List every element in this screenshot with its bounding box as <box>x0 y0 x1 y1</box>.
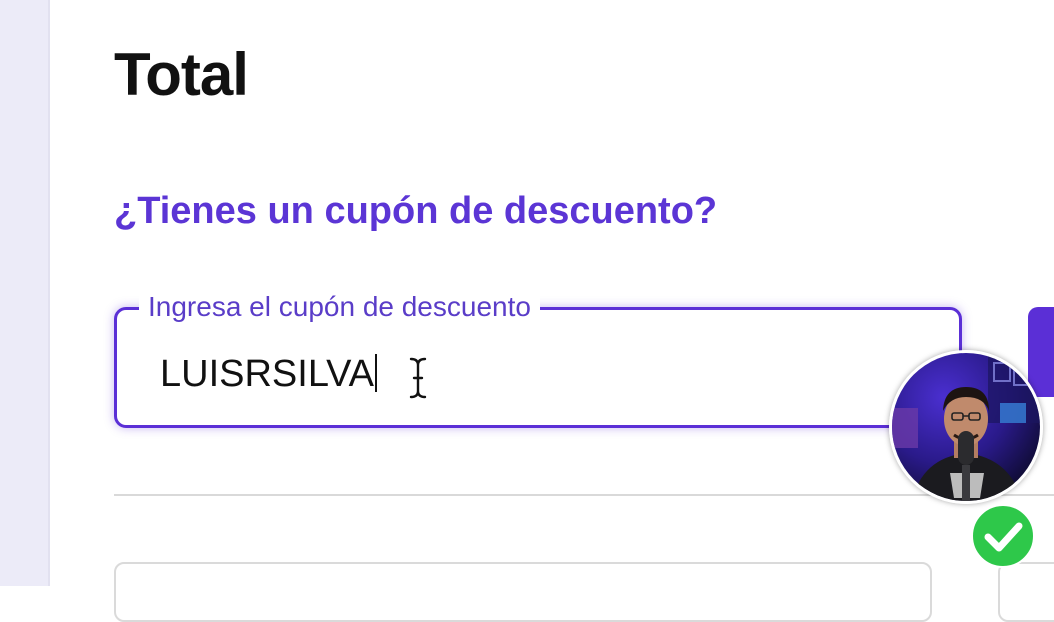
left-sidebar-edge <box>0 0 50 586</box>
coupon-question-heading: ¿Tienes un cupón de descuento? <box>114 190 718 232</box>
text-caret <box>375 354 378 392</box>
presenter-video-image <box>892 353 1040 501</box>
webcam-overlay <box>889 350 1043 504</box>
checkmark-circle-icon <box>971 504 1035 568</box>
section-divider <box>114 494 1054 496</box>
next-section-card <box>114 562 932 622</box>
next-section-card-secondary <box>998 562 1054 622</box>
coupon-input-value[interactable]: LUISRSILVA <box>160 353 374 395</box>
total-heading: Total <box>114 41 249 108</box>
coupon-input-value-wrap[interactable]: LUISRSILVA <box>160 352 378 396</box>
i-beam-cursor-icon <box>409 357 427 399</box>
apply-coupon-button[interactable] <box>1028 307 1054 397</box>
coupon-input-field[interactable]: Ingresa el cupón de descuento LUISRSILVA <box>114 291 962 428</box>
coupon-input-label: Ingresa el cupón de descuento <box>139 291 540 323</box>
